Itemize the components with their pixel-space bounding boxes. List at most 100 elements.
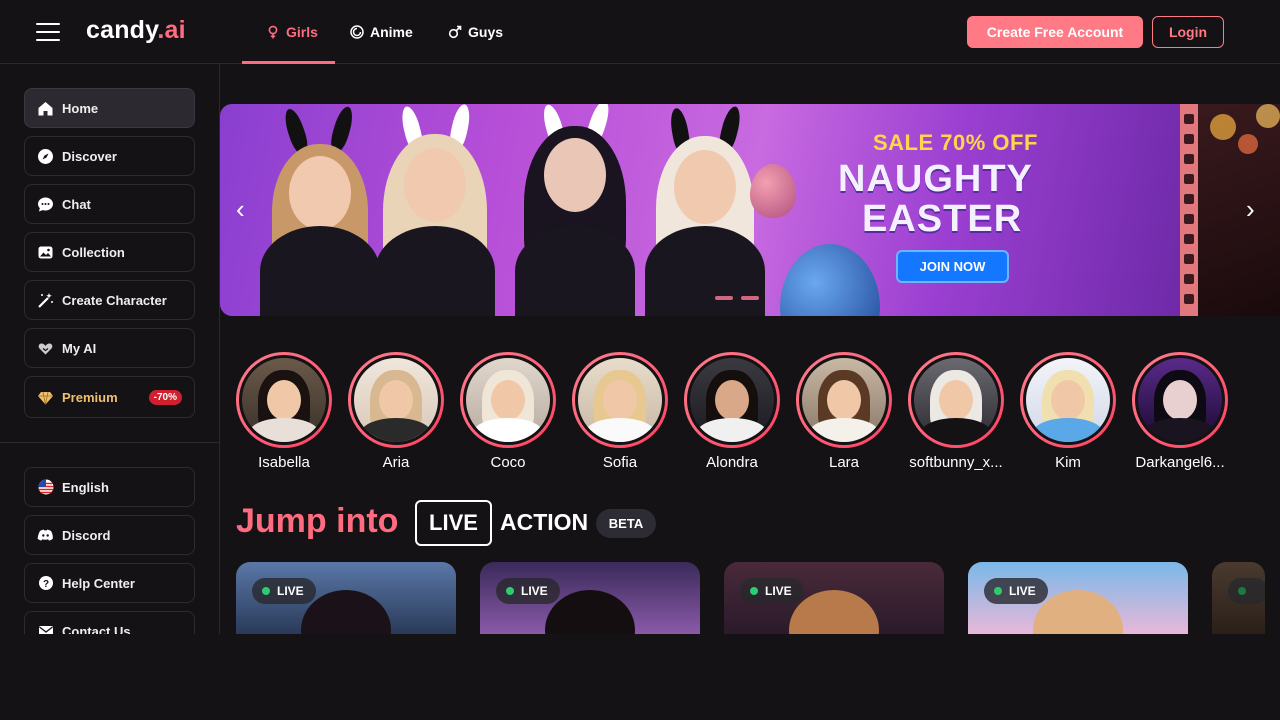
sidebar-item-my-ai[interactable]: My AI xyxy=(24,328,195,368)
tab-guys[interactable]: Guys xyxy=(448,0,503,64)
live-card[interactable]: LIVE xyxy=(968,562,1188,634)
logo-accent: .ai xyxy=(157,16,186,44)
image-gallery-icon xyxy=(37,244,54,261)
sidebar-item-label: Discord xyxy=(62,527,111,543)
live-badge-label: LIVE xyxy=(277,584,304,598)
story-name: Sofia xyxy=(602,454,638,471)
help-circle-icon: ? xyxy=(37,575,54,592)
story-avatar[interactable]: Isabella xyxy=(236,352,332,471)
home-icon xyxy=(37,100,54,117)
live-dot-icon xyxy=(506,587,514,595)
sidebar-item-create-character[interactable]: Create Character xyxy=(24,280,195,320)
story-name: Aria xyxy=(382,454,410,471)
live-dot-icon xyxy=(1238,587,1246,595)
story-name: Darkangel6... xyxy=(1135,454,1225,471)
top-bar: candy.ai Girls Anime Guys Create Free Ac… xyxy=(0,0,1280,64)
live-dot-icon xyxy=(994,587,1002,595)
tab-anime-label: Anime xyxy=(370,24,413,40)
sidebar-item-label: Collection xyxy=(62,244,125,260)
story-name: Isabella xyxy=(258,454,310,471)
tab-anime[interactable]: Anime xyxy=(350,0,413,64)
sidebar-item-home[interactable]: Home xyxy=(24,88,195,128)
hamburger-menu-icon[interactable] xyxy=(36,23,60,41)
live-card[interactable]: LIVE xyxy=(480,562,700,634)
female-symbol-icon xyxy=(268,25,278,39)
live-card[interactable]: LIVE xyxy=(724,562,944,634)
svg-text:?: ? xyxy=(42,579,48,590)
story-name: Lara xyxy=(828,454,860,471)
story-name: Alondra xyxy=(706,454,758,471)
tab-girls-label: Girls xyxy=(286,24,318,40)
story-avatar[interactable]: softbunny_x... xyxy=(908,352,1004,471)
login-button[interactable]: Login xyxy=(1152,16,1224,48)
page-bottom xyxy=(0,634,1280,720)
banner-figure xyxy=(360,104,510,316)
chat-bubble-icon xyxy=(37,196,54,213)
easter-egg-decoration xyxy=(780,244,880,316)
carousel-dot[interactable] xyxy=(741,296,759,300)
discount-badge: -70% xyxy=(148,390,182,405)
section-title-live: LIVE xyxy=(415,500,492,546)
sidebar-item-premium[interactable]: Premium -70% xyxy=(24,376,195,418)
us-flag-icon xyxy=(37,479,54,496)
male-symbol-icon xyxy=(448,25,462,39)
logo-text: candy xyxy=(86,16,158,44)
carousel-dots xyxy=(715,296,759,300)
anime-swirl-icon xyxy=(350,25,364,39)
sidebar-item-collection[interactable]: Collection xyxy=(24,232,195,272)
compass-icon xyxy=(37,148,54,165)
sidebar-item-contact-us[interactable]: Contact Us xyxy=(24,611,195,634)
carousel-dot[interactable] xyxy=(715,296,733,300)
carousel-next-icon[interactable]: › xyxy=(1246,196,1264,222)
sidebar-item-label: Premium xyxy=(62,389,118,405)
sidebar-item-discover[interactable]: Discover xyxy=(24,136,195,176)
tab-guys-label: Guys xyxy=(468,24,504,40)
story-avatar[interactable]: Aria xyxy=(348,352,444,471)
live-badge: LIVE xyxy=(496,578,560,604)
sidebar-item-label: Help Center xyxy=(62,575,135,591)
story-avatar[interactable]: Sofia xyxy=(572,352,668,471)
tab-girls[interactable]: Girls xyxy=(242,0,335,64)
story-avatar[interactable]: Kim xyxy=(1020,352,1116,471)
live-badge xyxy=(1228,578,1265,604)
story-avatar[interactable]: Alondra xyxy=(684,352,780,471)
live-dot-icon xyxy=(262,587,270,595)
sidebar-item-discord[interactable]: Discord xyxy=(24,515,195,555)
next-banner-preview[interactable] xyxy=(1180,104,1280,316)
live-dot-icon xyxy=(750,587,758,595)
story-avatar[interactable]: Coco xyxy=(460,352,556,471)
carousel-prev-icon[interactable]: ‹ xyxy=(236,196,254,222)
sidebar-item-label: Discover xyxy=(62,148,117,164)
sidebar-item-language[interactable]: English xyxy=(24,467,195,507)
sidebar-item-label: My AI xyxy=(62,340,97,356)
sidebar-item-help-center[interactable]: ? Help Center xyxy=(24,563,195,603)
logo[interactable]: candy.ai xyxy=(86,16,186,45)
diamond-icon xyxy=(37,389,54,406)
live-badge-label: LIVE xyxy=(521,584,548,598)
story-name: softbunny_x... xyxy=(909,454,1003,471)
live-badge: LIVE xyxy=(252,578,316,604)
beta-badge: BETA xyxy=(596,509,656,538)
sidebar-item-chat[interactable]: Chat xyxy=(24,184,195,224)
live-card[interactable] xyxy=(1212,562,1265,634)
banner-title-line2: EASTER xyxy=(862,198,1023,240)
sidebar-item-label: Chat xyxy=(62,196,91,212)
sidebar-item-label: English xyxy=(62,479,109,495)
join-now-button[interactable]: JOIN NOW xyxy=(896,250,1009,283)
create-account-button[interactable]: Create Free Account xyxy=(967,16,1143,48)
story-avatar[interactable]: Lara xyxy=(796,352,892,471)
live-card[interactable]: LIVE xyxy=(236,562,456,634)
sidebar-item-label: Contact Us xyxy=(62,623,131,635)
banner-title-line1: NAUGHTY xyxy=(838,158,1033,200)
live-badge-label: LIVE xyxy=(1009,584,1036,598)
mail-icon xyxy=(37,623,54,634)
story-name: Kim xyxy=(1055,454,1081,471)
story-name: Coco xyxy=(490,454,526,471)
sidebar: Home Discover Chat Collection Create Cha… xyxy=(0,64,220,634)
section-title-action: ACTION xyxy=(500,509,589,535)
discord-icon xyxy=(37,527,54,544)
sidebar-item-label: Home xyxy=(62,100,99,116)
story-avatar[interactable]: Darkangel6... xyxy=(1132,352,1228,471)
banner-figure xyxy=(500,104,650,316)
sidebar-divider xyxy=(0,442,219,443)
